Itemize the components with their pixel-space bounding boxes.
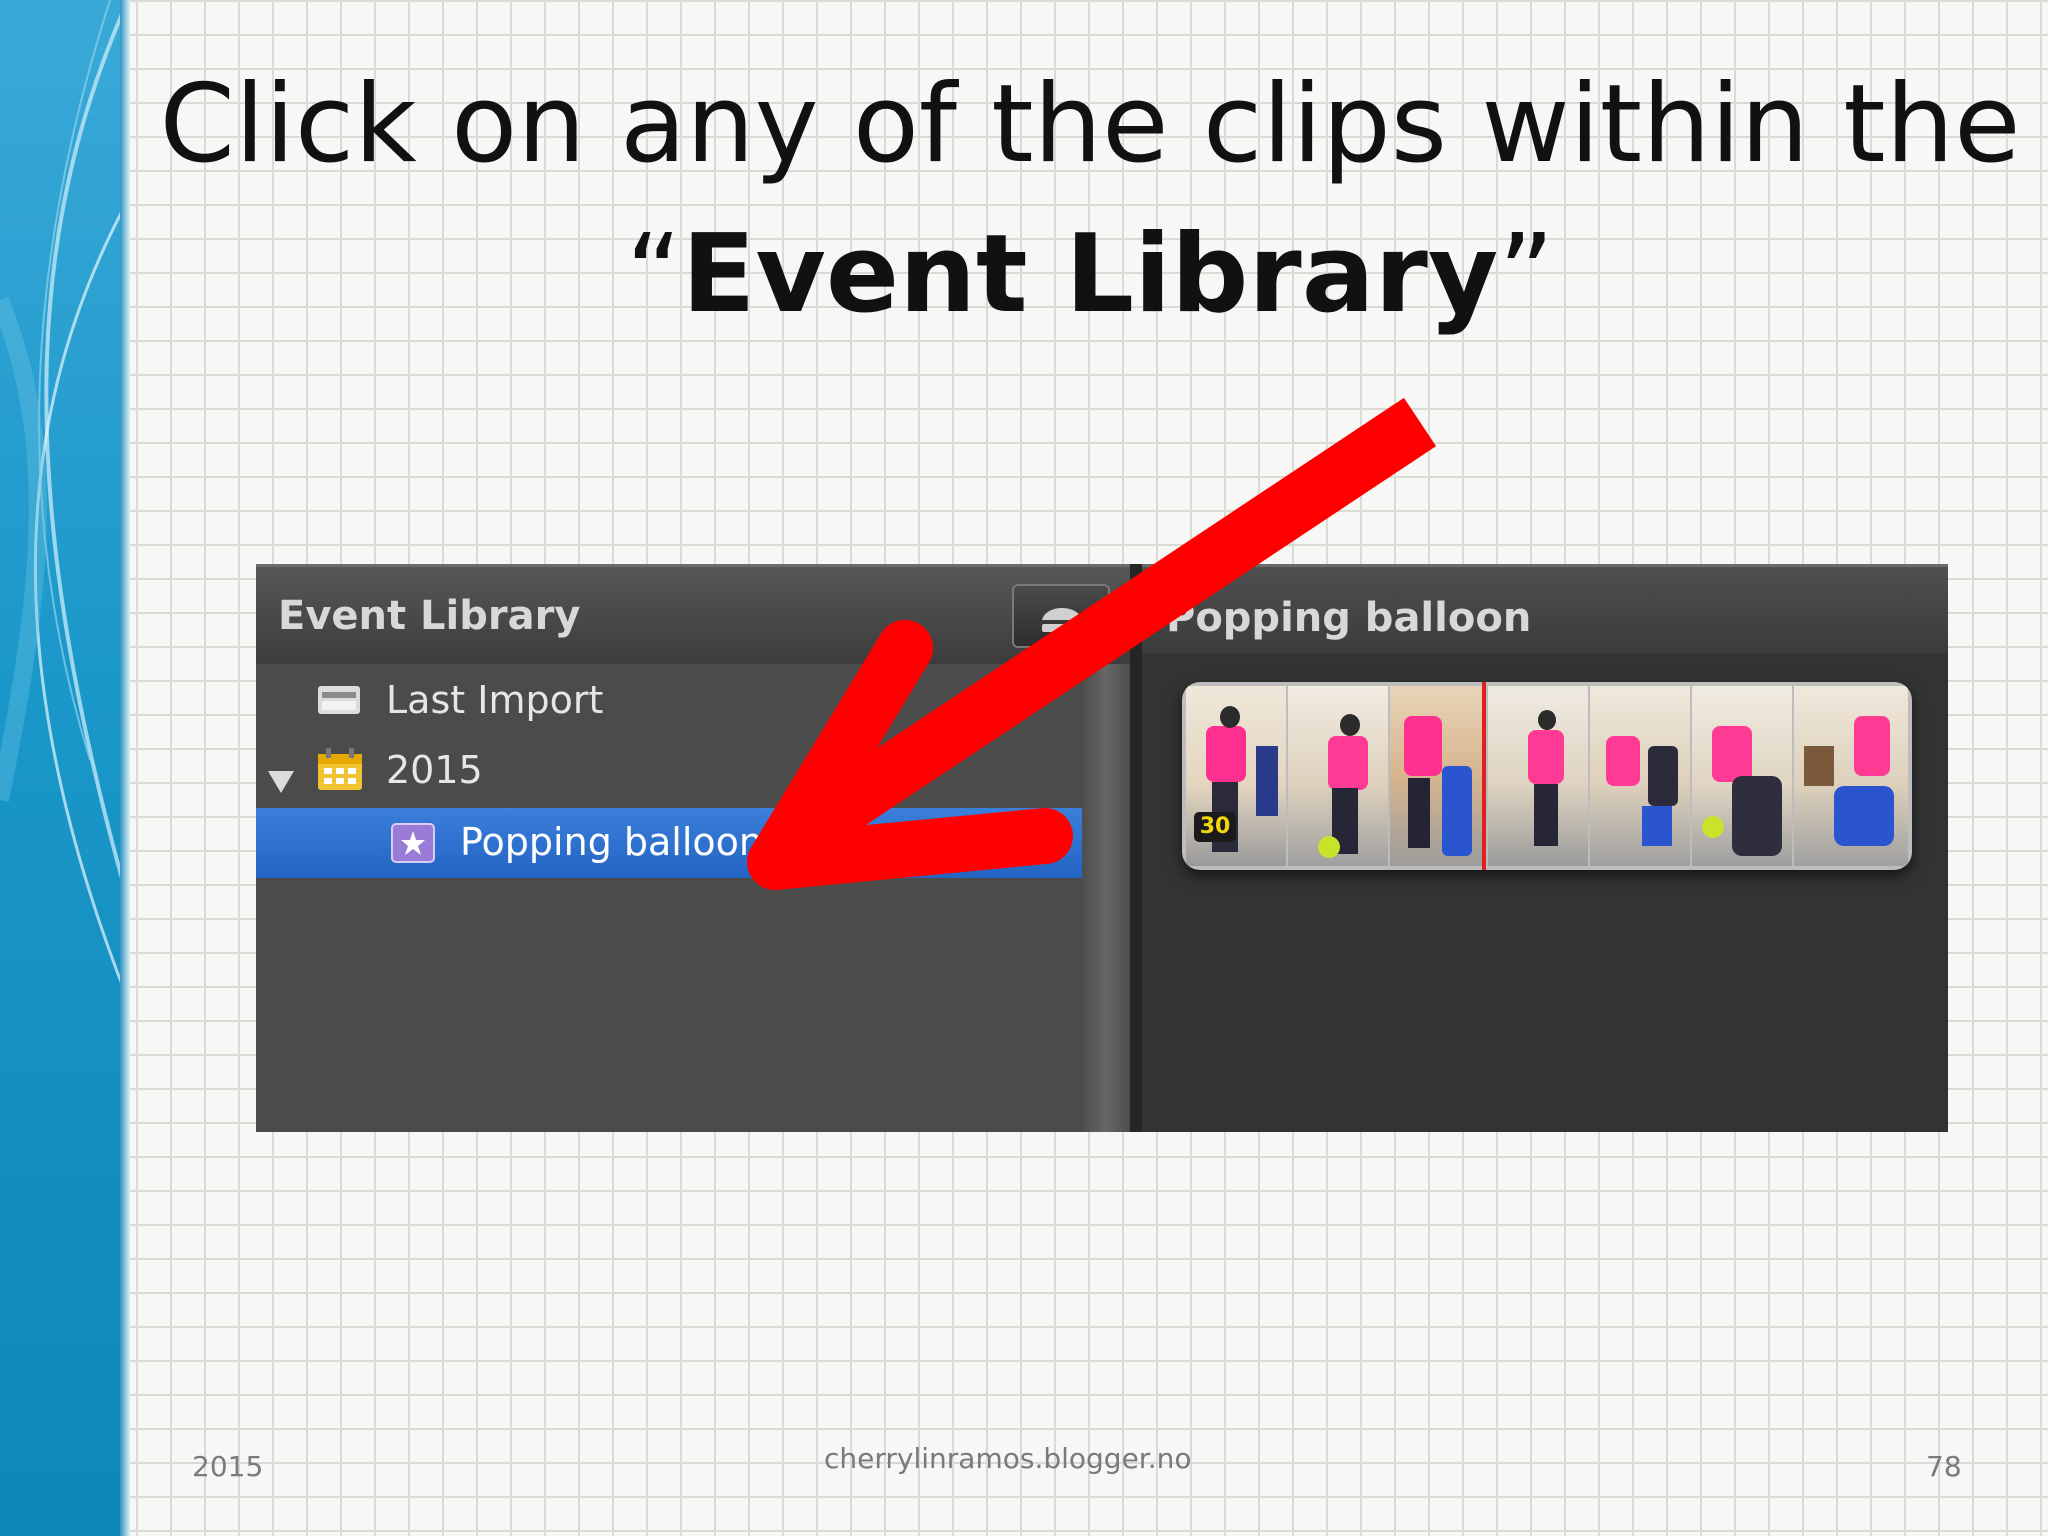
clip-duration-badge: 30 (1194, 812, 1236, 842)
event-browser-header: Popping balloon (1142, 564, 1948, 654)
library-item-2015[interactable]: 2015 (256, 738, 1082, 804)
swirl-decoration (0, 0, 128, 1001)
title-bold-text: Event Library (681, 212, 1499, 337)
calendar-icon (316, 746, 364, 801)
title-line-2: “Event Library” (150, 200, 2030, 350)
star-event-icon (390, 822, 436, 873)
clip-frame (1390, 686, 1484, 866)
eject-button[interactable] (1012, 584, 1110, 648)
slide-title: Click on any of the clips within the “Ev… (150, 50, 2030, 350)
footer-page-number: 78 (1926, 1450, 1962, 1483)
clip-frame (1288, 686, 1388, 866)
last-import-icon (316, 682, 362, 727)
library-item-label: 2015 (386, 748, 483, 792)
imovie-screenshot: Event Library Last Import 2015 Popping b… (256, 564, 1948, 1132)
clip-frame (1692, 686, 1792, 866)
library-scrollbar[interactable] (1082, 664, 1130, 1132)
left-decorative-band (0, 0, 128, 1536)
clip-frame (1794, 686, 1908, 866)
disclosure-triangle-icon[interactable] (266, 760, 296, 804)
event-library-title: Event Library (278, 593, 581, 639)
panel-divider[interactable] (1130, 564, 1142, 1132)
close-quote: ” (1498, 212, 1555, 337)
library-item-last-import[interactable]: Last Import (256, 668, 1082, 734)
band-edge (120, 0, 130, 1536)
clip-frame (1488, 686, 1588, 866)
clip-filmstrip[interactable]: 30 (1182, 682, 1912, 870)
open-quote: “ (625, 212, 682, 337)
footer-date: 2015 (192, 1450, 264, 1483)
eject-icon (1036, 598, 1088, 641)
library-item-label: Last Import (386, 678, 604, 722)
event-library-header: Event Library (256, 564, 1130, 664)
event-browser-title: Popping balloon (1166, 595, 1532, 641)
footer-url: cherrylinramos.blogger.no (824, 1442, 1192, 1475)
event-browser-panel: Popping balloon 30 (1142, 564, 1948, 1132)
event-library-panel: Event Library Last Import 2015 Popping b… (256, 564, 1130, 1132)
clip-frame (1590, 686, 1690, 866)
library-item-label: Popping balloon (460, 820, 763, 864)
library-item-popping-balloon[interactable]: Popping balloon (256, 808, 1082, 878)
title-line-1: Click on any of the clips within the (159, 62, 2021, 187)
skimmer-playhead (1482, 682, 1486, 870)
